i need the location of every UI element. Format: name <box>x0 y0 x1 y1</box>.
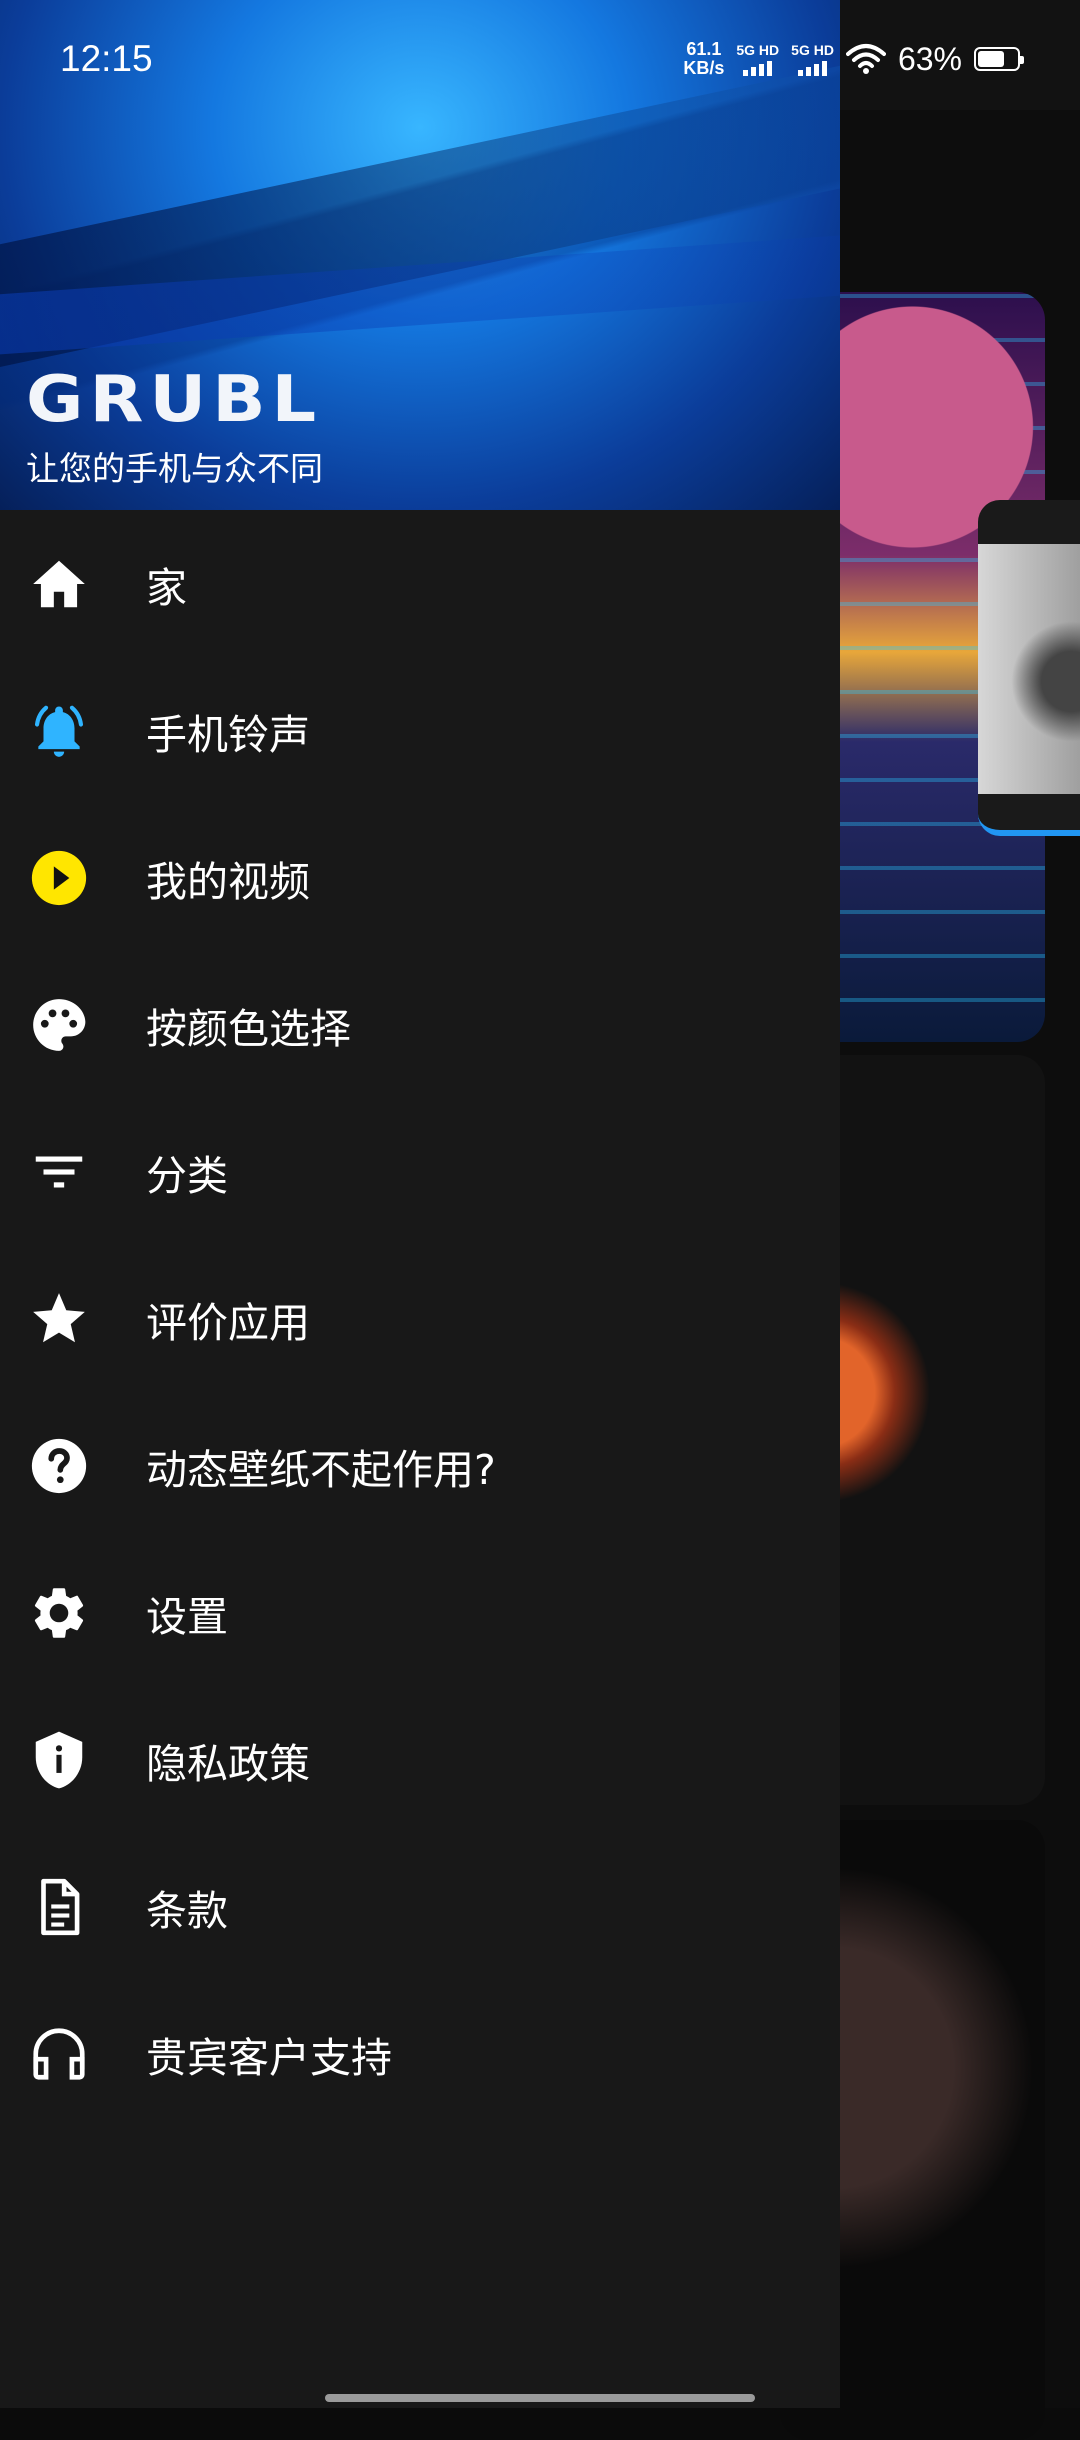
home-icon <box>28 553 90 615</box>
menu-item-label: 贵宾客户支持 <box>146 2033 392 2082</box>
palette-icon <box>28 994 90 1056</box>
document-icon <box>28 1876 90 1938</box>
clock: 12:15 <box>60 38 153 79</box>
menu-item-my-videos[interactable]: 我的视频 <box>0 804 840 951</box>
menu-item-label: 条款 <box>146 1886 228 1935</box>
menu-item-settings[interactable]: 设置 <box>0 1539 840 1686</box>
sim2-label: 5G HD <box>791 42 834 58</box>
menu-item-label: 我的视频 <box>146 857 310 906</box>
wifi-icon <box>845 44 886 74</box>
gear-icon <box>28 1582 90 1644</box>
app-logo: GRUBL <box>26 361 323 437</box>
star-icon <box>28 1288 90 1350</box>
sim1-signal-icon: 5G HD <box>736 42 779 76</box>
floating-video-player[interactable] <box>978 500 1080 836</box>
headphones-icon <box>28 2023 90 2085</box>
play-circle-icon <box>28 847 90 909</box>
status-icons: 61.1 KB/s 5G HD 5G HD 63% <box>683 40 1024 78</box>
app-tagline: 让您的手机与众不同 <box>26 449 323 488</box>
network-speed-unit: KB/s <box>683 58 725 78</box>
battery-percent: 63% <box>897 40 962 77</box>
navigation-drawer: GRUBL 让您的手机与众不同 家 手机铃声 我的视频 按颜色选择 分类 评价应… <box>0 0 840 2408</box>
menu-item-categories[interactable]: 分类 <box>0 1098 840 1245</box>
menu-item-vip-support[interactable]: 贵宾客户支持 <box>0 1980 840 2127</box>
video-preview <box>978 544 1080 794</box>
menu-item-label: 设置 <box>146 1592 228 1641</box>
menu-item-live-wallpaper-help[interactable]: 动态壁纸不起作用? <box>0 1392 840 1539</box>
menu-item-ringtones[interactable]: 手机铃声 <box>0 657 840 804</box>
filter-icon <box>28 1141 90 1203</box>
menu-item-label: 按颜色选择 <box>146 1004 351 1053</box>
status-bar: 12:15 61.1 KB/s 5G HD 5G HD 63% <box>0 0 1080 110</box>
shield-icon <box>28 1729 90 1791</box>
network-speed-value: 61.1 <box>686 39 722 59</box>
bell-icon <box>28 700 90 762</box>
menu-item-rate-app[interactable]: 评价应用 <box>0 1245 840 1392</box>
menu-item-terms[interactable]: 条款 <box>0 1833 840 1980</box>
help-icon <box>28 1435 90 1497</box>
menu-item-color-select[interactable]: 按颜色选择 <box>0 951 840 1098</box>
menu-item-label: 动态壁纸不起作用? <box>146 1445 496 1494</box>
menu-item-label: 评价应用 <box>146 1298 310 1347</box>
menu-item-home[interactable]: 家 <box>0 510 840 657</box>
menu-item-label: 手机铃声 <box>146 710 310 759</box>
menu-item-privacy-policy[interactable]: 隐私政策 <box>0 1686 840 1833</box>
menu-item-label: 隐私政策 <box>146 1739 310 1788</box>
drawer-menu: 家 手机铃声 我的视频 按颜色选择 分类 评价应用 动态壁纸不起作用? 设置 隐… <box>0 510 840 2127</box>
battery-icon <box>974 47 1024 71</box>
gesture-navigation-bar[interactable] <box>325 2394 755 2402</box>
menu-item-label: 分类 <box>146 1151 228 1200</box>
sim2-signal-icon: 5G HD <box>791 42 834 76</box>
network-speed: 61.1 KB/s <box>683 40 724 78</box>
menu-item-label: 家 <box>146 563 187 612</box>
sim1-label: 5G HD <box>736 42 780 58</box>
